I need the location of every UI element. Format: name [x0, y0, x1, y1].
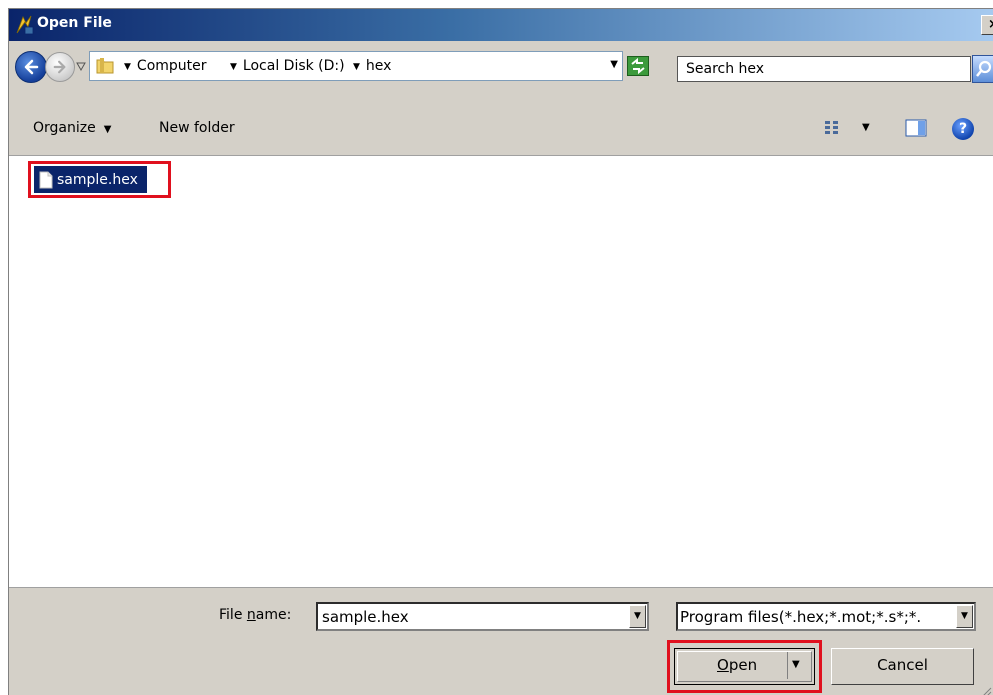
help-icon[interactable]: ? [952, 118, 974, 140]
dialog-title: Open File [37, 15, 112, 31]
file-type-value: Program files(*.hex;*.mot;*.s*;*. [680, 608, 922, 626]
resize-grip-icon[interactable] [980, 685, 992, 695]
chevron-down-icon: ▼ [103, 124, 112, 135]
organize-button[interactable]: Organize ▼ [33, 120, 111, 136]
refresh-icon [631, 57, 645, 75]
file-type-dropdown-button[interactable]: ▼ [956, 605, 973, 628]
address-field[interactable]: ▼ Computer ▼ Local Disk (D:) ▼ hex ▼ [89, 51, 623, 81]
search-icon [976, 60, 992, 77]
search-button[interactable] [972, 55, 993, 83]
forward-button[interactable] [45, 52, 75, 82]
navigation-bar: ▼ Computer ▼ Local Disk (D:) ▼ hex ▼ Search… [9, 41, 993, 97]
file-list[interactable]: sample.hex [9, 155, 993, 588]
search-input[interactable]: Search hex [677, 56, 971, 82]
arrow-right-icon [53, 60, 66, 74]
refresh-button[interactable] [627, 56, 649, 76]
new-folder-button[interactable]: New folder [159, 120, 235, 136]
bottom-panel: File name: sample.hex ▼ Program files(*.… [9, 587, 993, 695]
file-type-select[interactable]: Program files(*.hex;*.mot;*.s*;*. ▼ [676, 602, 976, 631]
breadcrumb-computer[interactable]: ▼ Computer [124, 58, 207, 74]
title-bar[interactable]: Open File × [9, 9, 993, 41]
folder-icon [96, 58, 114, 74]
arrow-left-icon [24, 59, 39, 75]
close-button[interactable]: × [981, 15, 993, 35]
views-icon[interactable] [824, 120, 840, 136]
selection-highlight-box [28, 161, 171, 198]
file-name-value: sample.hex [322, 608, 409, 626]
breadcrumb-hex[interactable]: ▼ hex [353, 58, 391, 74]
open-highlight-box [667, 640, 822, 693]
file-name-label: File name: [219, 607, 292, 623]
file-name-dropdown-button[interactable]: ▼ [629, 605, 646, 628]
address-dropdown-icon[interactable]: ▼ [610, 59, 618, 70]
app-icon [16, 15, 34, 35]
cancel-button[interactable]: Cancel [831, 648, 974, 685]
back-button[interactable] [15, 51, 47, 83]
open-file-dialog: Open File × ▼Computer ▼Local Disk (D:) ▼… [8, 8, 993, 695]
file-name-field[interactable]: sample.hex ▼ [316, 602, 649, 631]
breadcrumb-local-disk[interactable]: ▼ Local Disk (D:) [230, 58, 345, 74]
recent-pages-chevron-icon[interactable] [75, 60, 87, 72]
views-dropdown-icon[interactable]: ▼ [862, 122, 870, 133]
command-toolbar: Organize ▼ New folder ▼ ? [9, 97, 993, 155]
preview-pane-icon[interactable] [905, 119, 927, 137]
